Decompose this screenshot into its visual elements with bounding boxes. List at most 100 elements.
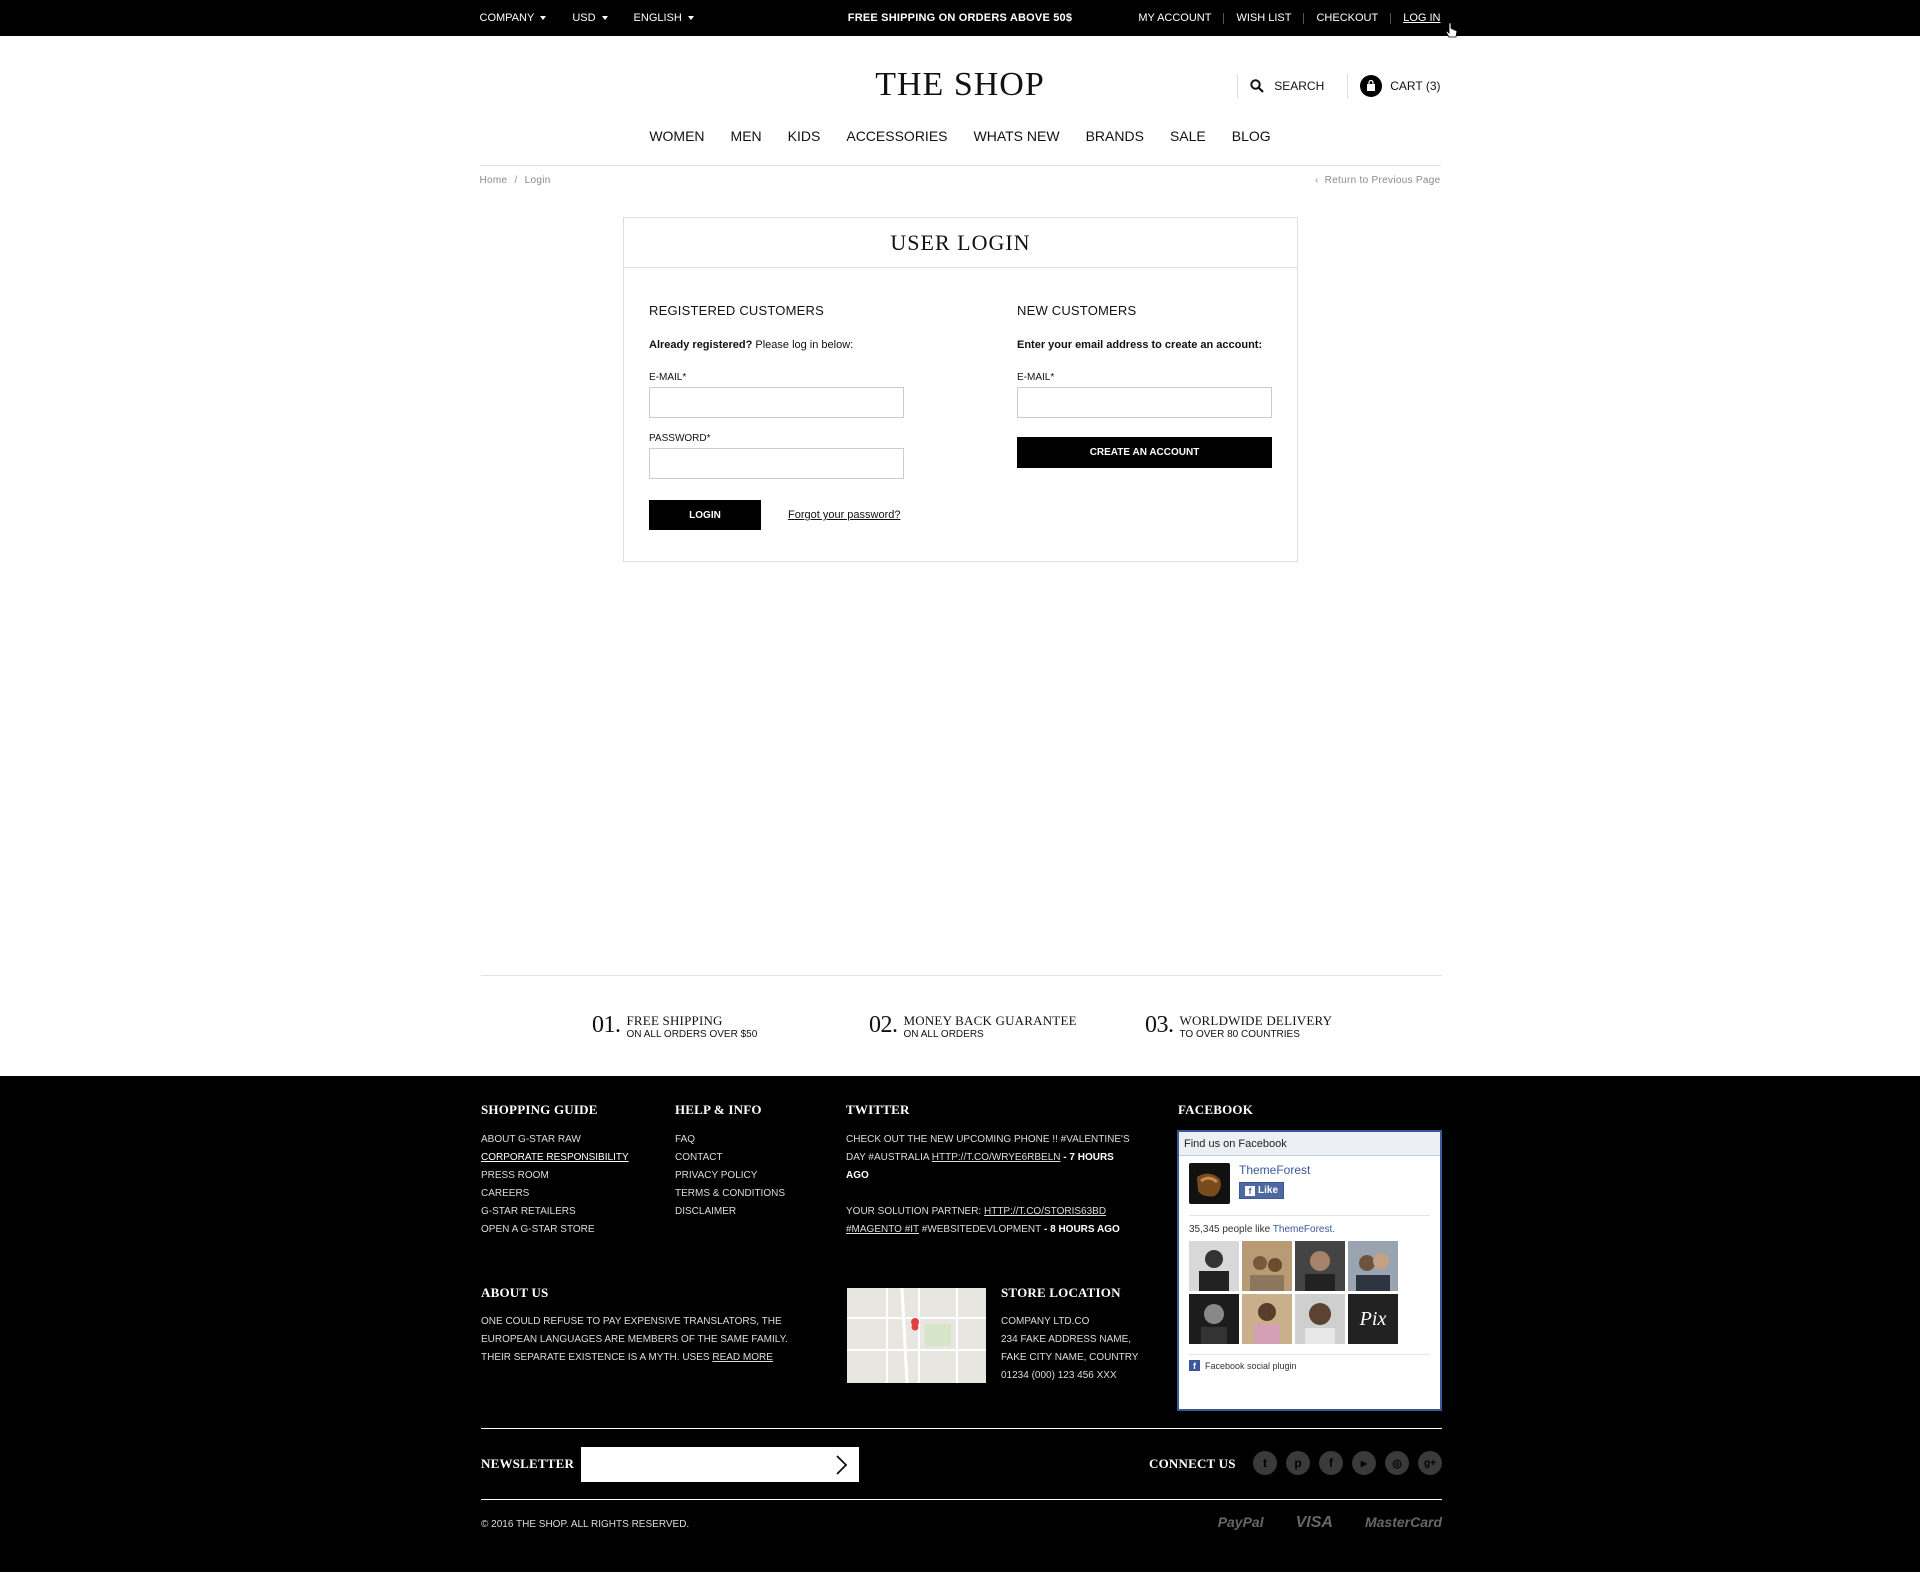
footer: SHOPPING GUIDE ABOUT G-STAR RAW CORPORAT… (0, 1076, 1920, 1572)
breadcrumb-home[interactable]: Home (480, 175, 508, 186)
footer-divider (481, 1499, 1442, 1500)
help-info-list: FAQ CONTACT PRIVACY POLICY TERMS & CONDI… (675, 1131, 785, 1221)
feature-worldwide-delivery: 03. WORLDWIDE DELIVERY TO OVER 80 COUNTRI… (1145, 1012, 1333, 1040)
checkout-link[interactable]: CHECKOUT (1303, 12, 1390, 24)
nav-brands[interactable]: BRANDS (1073, 128, 1157, 144)
cart-label: CART (3) (1390, 79, 1441, 93)
cart-button[interactable]: CART (3) (1347, 74, 1441, 98)
facebook-like-button[interactable]: f Like (1239, 1182, 1285, 1199)
avatar[interactable] (1189, 1241, 1239, 1291)
avatar[interactable]: Pix (1348, 1294, 1398, 1344)
shopping-guide-heading: SHOPPING GUIDE (481, 1102, 598, 1117)
twitter-icon[interactable]: t (1253, 1451, 1277, 1475)
arrow-right-icon[interactable] (829, 1453, 853, 1477)
page-title: USER LOGIN (624, 218, 1297, 268)
nav-blog[interactable]: BLOG (1219, 128, 1284, 144)
mastercard-logo: MasterCard (1364, 1514, 1442, 1530)
top-bar: COMPANY USD ENGLISH FREE SHIPPING ON ORD… (0, 0, 1920, 36)
wish-list-link[interactable]: WISH LIST (1223, 12, 1303, 24)
password-label: PASSWORD* (649, 433, 711, 444)
instagram-icon[interactable]: ◎ (1385, 1451, 1409, 1475)
about-heading: ABOUT US (481, 1285, 549, 1300)
footer-link[interactable]: G-STAR RETAILERS (481, 1203, 629, 1221)
nav-women[interactable]: WOMEN (636, 128, 717, 144)
store-address: COMPANY LTD.CO 234 FAKE ADDRESS NAME, FA… (1001, 1316, 1139, 1381)
tweet: YOUR SOLUTION PARTNER: HTTP://T.CO/STORI… (846, 1206, 1120, 1235)
facebook-page-name[interactable]: ThemeForest (1239, 1163, 1310, 1177)
email-label: E-MAIL* (1017, 372, 1055, 383)
footer-link[interactable]: PRIVACY POLICY (675, 1167, 785, 1185)
tweet-tag-link[interactable]: #MAGENTO #IT (846, 1224, 919, 1235)
nav-whats-new[interactable]: WHATS NEW (961, 128, 1073, 144)
newsletter-heading: NEWSLETTER (481, 1456, 575, 1471)
registered-intro: Already registered? Please log in below: (649, 339, 854, 351)
facebook-icon[interactable]: f (1319, 1451, 1343, 1475)
breadcrumb: Home / Login ‹ Return to Previous Page (479, 174, 1441, 186)
twitter-heading: TWITTER (846, 1102, 910, 1117)
copyright: © 2016 THE SHOP. ALL RIGHTS RESERVED. (481, 1519, 690, 1530)
store-location-heading: STORE LOCATION (1001, 1285, 1121, 1300)
nav-sale[interactable]: SALE (1157, 128, 1219, 144)
footer-link[interactable]: PRESS ROOM (481, 1167, 629, 1185)
facebook-widget: Find us on Facebook ThemeForest f Like 35… (1177, 1130, 1442, 1411)
nav-kids[interactable]: KIDS (775, 128, 834, 144)
language-dropdown[interactable]: ENGLISH (634, 12, 694, 24)
shopping-bag-icon (1360, 75, 1383, 97)
facebook-icon: f (1189, 1360, 1200, 1371)
register-email-input[interactable] (1017, 387, 1272, 418)
footer-link[interactable]: FAQ (675, 1131, 785, 1149)
tweet-link[interactable]: HTTP://T.CO/WRYE6RBELN (932, 1152, 1061, 1163)
nav-accessories[interactable]: ACCESSORIES (833, 128, 960, 144)
footer-link[interactable]: CAREERS (481, 1185, 629, 1203)
nav-men[interactable]: MEN (718, 128, 775, 144)
chevron-left-icon: ‹ (1315, 174, 1319, 186)
avatar[interactable] (1242, 1294, 1292, 1344)
email-label: E-MAIL* (649, 372, 687, 383)
features-divider (481, 975, 1442, 976)
logo[interactable]: THE SHOP (875, 66, 1045, 104)
search-button[interactable]: SEARCH (1237, 74, 1347, 98)
main-nav: WOMEN MEN KIDS ACCESSORIES WHATS NEW BRA… (480, 128, 1441, 144)
forgot-password-link[interactable]: Forgot your password? (788, 509, 901, 521)
company-dropdown[interactable]: COMPANY (480, 12, 547, 24)
tweet: CHECK OUT THE NEW UPCOMING PHONE !! #VAL… (846, 1134, 1130, 1181)
facebook-plugin-label: f Facebook social plugin (1189, 1354, 1430, 1371)
avatar[interactable] (1189, 1294, 1239, 1344)
return-previous-link[interactable]: ‹ Return to Previous Page (1315, 175, 1441, 186)
footer-link[interactable]: CONTACT (675, 1149, 785, 1167)
youtube-icon[interactable]: ▶ (1352, 1451, 1376, 1475)
footer-link[interactable]: OPEN A G-STAR STORE (481, 1221, 629, 1239)
avatar[interactable] (1295, 1294, 1345, 1344)
currency-dropdown[interactable]: USD (572, 12, 608, 24)
search-label: SEARCH (1274, 79, 1325, 93)
themeforest-logo[interactable] (1189, 1163, 1230, 1204)
google-plus-icon[interactable]: g+ (1418, 1451, 1442, 1475)
footer-link[interactable]: DISCLAIMER (675, 1203, 785, 1221)
facebook-like-count: 35,345 people like ThemeForest. (1189, 1215, 1430, 1235)
avatar[interactable] (1295, 1241, 1345, 1291)
login-button[interactable]: LOGIN (649, 500, 761, 530)
read-more-link[interactable]: READ MORE (712, 1352, 773, 1363)
new-customers-intro: Enter your email address to create an ac… (1017, 339, 1263, 351)
pinterest-icon[interactable]: p (1286, 1451, 1310, 1475)
avatar[interactable] (1242, 1241, 1292, 1291)
avatar[interactable] (1348, 1241, 1398, 1291)
login-email-input[interactable] (649, 387, 904, 418)
store-map[interactable] (847, 1288, 986, 1383)
login-password-input[interactable] (649, 448, 904, 479)
tweet-link[interactable]: HTTP://T.CO/STORIS63BD (984, 1206, 1106, 1217)
about-text: ONE COULD REFUSE TO PAY EXPENSIVE TRANSL… (481, 1316, 788, 1363)
newsletter-input[interactable] (581, 1447, 859, 1482)
footer-link[interactable]: ABOUT G-STAR RAW (481, 1131, 629, 1149)
connect-heading: CONNECT US (1149, 1456, 1236, 1471)
footer-link[interactable]: TERMS & CONDITIONS (675, 1185, 785, 1203)
paypal-logo: PayPal (1217, 1514, 1264, 1530)
search-icon (1250, 79, 1265, 93)
create-account-button[interactable]: CREATE AN ACCOUNT (1017, 437, 1272, 468)
login-panel: USER LOGIN REGISTERED CUSTOMERS Already … (623, 217, 1298, 562)
my-account-link[interactable]: MY ACCOUNT (1126, 12, 1223, 24)
feature-free-shipping: 01. FREE SHIPPING ON ALL ORDERS OVER $50 (592, 1012, 758, 1040)
footer-link[interactable]: CORPORATE RESPONSIBILITY (481, 1149, 629, 1167)
feature-money-back: 02. MONEY BACK GUARANTEE ON ALL ORDERS (869, 1012, 1077, 1040)
login-link[interactable]: LOG IN (1390, 12, 1441, 24)
